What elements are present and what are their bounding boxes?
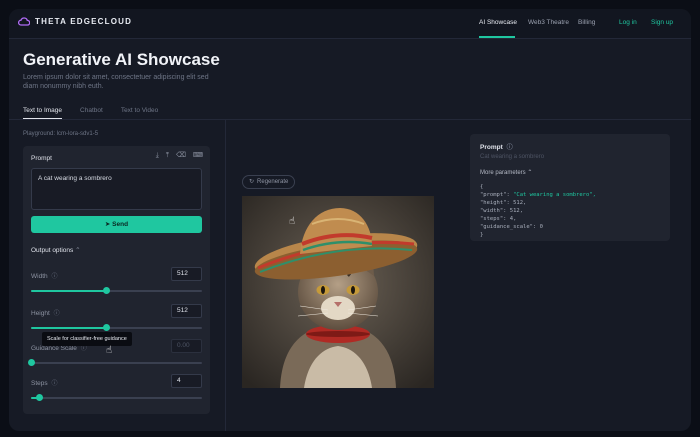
column-divider	[225, 119, 226, 431]
cat-sombrero-image	[242, 196, 434, 388]
chevron-up-icon: ⌃	[527, 170, 533, 176]
hand-cursor-icon: ☝	[106, 345, 113, 356]
keyboard-icon[interactable]: ⌨	[193, 152, 203, 160]
params-prompt-label: Prompt	[480, 144, 503, 151]
info-icon[interactable]: ⓘ	[51, 274, 57, 280]
tabs-divider	[9, 119, 691, 120]
steps-slider[interactable]	[31, 394, 202, 401]
width-label-row: Width ⓘ	[31, 271, 57, 280]
info-icon[interactable]: ⓘ	[51, 381, 57, 387]
info-icon[interactable]: ⓘ	[54, 311, 60, 317]
json-guidance: "guidance_scale": 0	[480, 224, 543, 230]
output-options-toggle[interactable]: Output options ⌃	[31, 246, 81, 254]
json-prompt-key: "prompt":	[480, 192, 514, 198]
regenerate-label: Regenerate	[257, 179, 289, 185]
info-icon[interactable]: ⓘ	[81, 346, 87, 352]
send-label: Send	[112, 221, 129, 228]
nav-ai-showcase[interactable]: AI Showcase	[479, 19, 517, 26]
nav-active-indicator	[479, 36, 515, 38]
app-window: THETA EDGECLOUD AI Showcase Web3 Theatre…	[9, 9, 691, 431]
send-icon: ➤	[104, 221, 111, 228]
steps-label: Steps	[31, 380, 48, 387]
width-slider-thumb[interactable]	[102, 287, 110, 294]
playground-label: Playground: lcm-lora-sdv1-5	[23, 131, 99, 137]
width-input[interactable]: 512	[171, 267, 202, 281]
prompt-label: Prompt	[31, 155, 52, 162]
tab-bar: Text to Image Chatbot Text to Video	[23, 107, 158, 119]
page-title: Generative AI Showcase	[23, 50, 220, 69]
json-steps: "steps": 4,	[480, 216, 517, 222]
signup-link[interactable]: Sign up	[651, 19, 673, 26]
json-prompt-value: "Cat wearing a sombrero",	[513, 192, 596, 198]
steps-slider-thumb[interactable]	[36, 394, 44, 401]
page-subtitle: Lorem ipsum dolor sit amet, consectetuer…	[23, 74, 209, 90]
json-open: {	[480, 184, 484, 190]
json-close: }	[480, 232, 484, 238]
height-slider[interactable]	[31, 324, 202, 331]
guidance-input[interactable]: 0.00	[171, 339, 202, 353]
more-parameters-toggle[interactable]: More parameters ⌃	[480, 169, 532, 176]
height-slider-thumb[interactable]	[102, 324, 110, 331]
brand-name: THETA EDGECLOUD	[35, 17, 133, 26]
tab-text-to-image[interactable]: Text to Image	[23, 107, 63, 119]
tab-text-to-video[interactable]: Text to Video	[121, 107, 158, 119]
height-slider-fill	[31, 327, 107, 329]
json-width: "width": 512,	[480, 208, 524, 214]
regenerate-button[interactable]: ↻ Regenerate	[242, 175, 296, 189]
more-parameters-label: More parameters	[480, 170, 526, 176]
json-prompt-line: "prompt": "Cat wearing a sombrero",	[480, 192, 596, 198]
refresh-icon: ↻	[249, 179, 255, 185]
guidance-slider-thumb[interactable]	[27, 359, 35, 366]
send-button[interactable]: ➤ Send	[31, 216, 202, 233]
params-prompt-label-row: Prompt ⓘ	[480, 142, 513, 151]
nav-billing[interactable]: Billing	[578, 19, 595, 26]
prompt-input[interactable]: A cat wearing a sombrero	[31, 168, 202, 210]
top-nav: THETA EDGECLOUD AI Showcase Web3 Theatre…	[9, 9, 691, 39]
login-link[interactable]: Log in	[619, 19, 637, 26]
width-label: Width	[31, 273, 48, 280]
prompt-toolbar: ⤓ ⤒ ⌫ ⌨	[156, 152, 203, 160]
output-options-label: Output options	[31, 247, 74, 254]
height-label: Height	[31, 310, 50, 317]
params-panel: Prompt ⓘ Cat wearing a sombrero More par…	[470, 134, 670, 241]
width-slider-fill	[31, 290, 107, 292]
hand-cursor-icon: ☝	[289, 216, 296, 227]
chevron-up-icon: ⌃	[75, 247, 81, 254]
guidance-tooltip: Scale for classifier-free guidance	[42, 332, 132, 346]
info-icon[interactable]: ⓘ	[507, 145, 513, 151]
width-slider[interactable]	[31, 287, 202, 294]
logo[interactable]: THETA EDGECLOUD	[18, 17, 132, 26]
tab-chatbot[interactable]: Chatbot	[80, 107, 103, 119]
guidance-label: Guidance Scale	[31, 345, 77, 352]
eraser-icon[interactable]: ⌫	[176, 152, 186, 160]
json-height: "height": 512,	[480, 200, 527, 206]
generated-image[interactable]	[242, 196, 434, 388]
nav-web3-theatre[interactable]: Web3 Theatre	[528, 19, 569, 26]
params-prompt-value: Cat wearing a sombrero	[480, 154, 545, 160]
upload-icon[interactable]: ⤒	[166, 152, 169, 160]
download-icon[interactable]: ⤓	[156, 152, 159, 160]
height-label-row: Height ⓘ	[31, 308, 60, 317]
guidance-slider[interactable]	[27, 359, 202, 366]
height-input[interactable]: 512	[171, 304, 202, 318]
cloud-logo-icon	[18, 17, 30, 26]
steps-label-row: Steps ⓘ	[31, 378, 57, 387]
steps-input[interactable]: 4	[171, 374, 202, 388]
input-panel: Prompt ⤓ ⤒ ⌫ ⌨ A cat wearing a sombrero …	[23, 146, 210, 414]
